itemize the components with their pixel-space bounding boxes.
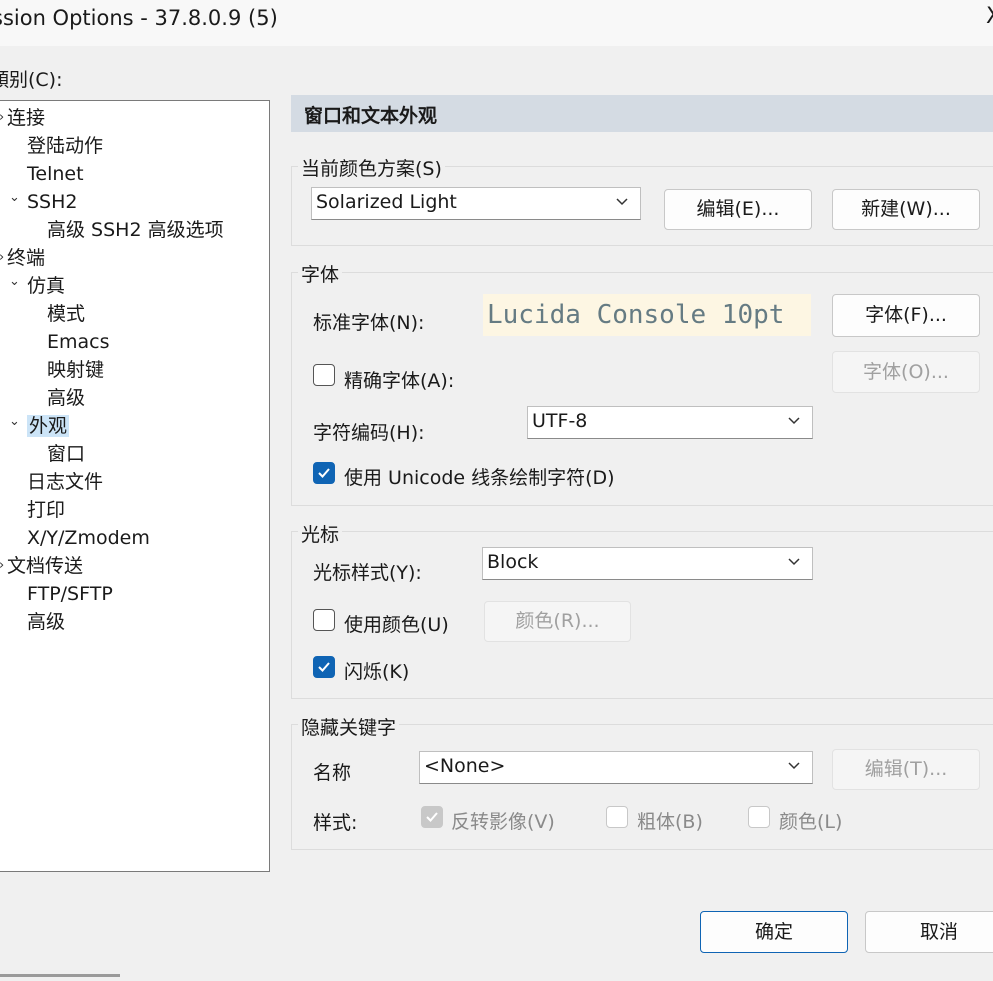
tree-item-label: 高级 [27,611,66,633]
tree-item-label: 仿真 [27,275,66,297]
bottom-divider [0,974,120,977]
chevron-down-icon[interactable]: ⌄ [9,269,20,295]
category-label: 類别(C): [0,69,63,91]
keyword-color-checkbox[interactable] [748,806,770,828]
font-group-title: 字体 [298,260,343,287]
tree-item-label: 高级 [47,387,86,409]
bold-label: 粗体(B) [637,811,703,833]
panel-title: 窗口和文本外观 [304,105,438,127]
tree-item-file-transfer[interactable]: › 文档传送 [0,553,84,579]
color-scheme-group-title: 当前颜色方案(S) [298,154,445,181]
tree-item-label: Telnet [27,163,84,185]
color-scheme-select[interactable]: Solarized Light [311,187,641,220]
color-scheme-value: Solarized Light [316,191,457,213]
blink-label: 闪烁(K) [344,661,410,683]
tree-item-label: SSH2 [27,191,78,213]
cursor-group-title: 光标 [298,520,343,547]
reverse-label: 反转影像(V) [451,811,555,833]
chevron-down-icon[interactable]: ⌄ [9,185,20,211]
bold-checkbox[interactable] [606,806,628,828]
tree-item-appearance[interactable]: ⌄ 外观 [9,413,70,439]
tree-item-label: 日志文件 [27,471,104,493]
tree-item-log-file[interactable]: 日志文件 [27,469,103,495]
panel-header: 窗口和文本外观 [291,95,993,132]
encoding-value: UTF-8 [532,410,588,432]
unicode-line-checkbox[interactable] [313,462,335,484]
tree-item-mapped-keys[interactable]: 映射键 [47,357,104,383]
keyword-edit-button[interactable]: 编辑(T)... [832,749,980,790]
tree-item-label: 打印 [27,499,66,521]
normal-font-label: 标准字体(N): [313,312,425,334]
tree-item-label: FTP/SFTP [27,583,113,605]
keyword-name-value: <None> [424,755,506,777]
tree-item-connection[interactable]: › 连接 [0,105,46,131]
tree-item-label: 高级 SSH2 高级选项 [47,219,224,241]
font-button[interactable]: 字体(F)... [832,294,980,337]
tree-item-window[interactable]: 窗口 [47,441,85,467]
cursor-style-label: 光标样式(Y): [313,562,422,584]
chevron-right-icon[interactable]: › [0,105,4,131]
close-icon[interactable]: X [986,4,993,29]
tree-item-label: 文档传送 [7,555,84,577]
tree-item-label: 窗口 [47,443,86,465]
keyword-name-select[interactable]: <None> [419,751,813,784]
reverse-checkbox[interactable] [421,806,443,828]
chevron-right-icon[interactable]: › [0,245,4,271]
keyword-style-label: 样式: [313,812,358,834]
chevron-right-icon[interactable]: › [0,553,4,579]
precise-font-checkbox[interactable] [313,364,335,386]
tree-item-label: 映射键 [47,359,105,381]
chevron-down-icon[interactable]: ⌄ [9,409,20,435]
tree-item-ssh2[interactable]: ⌄ SSH2 [9,189,78,215]
new-color-scheme-button[interactable]: 新建(W)... [832,189,980,230]
precise-font-button[interactable]: 字体(O)... [832,351,980,393]
checkmark-icon [318,662,330,672]
blink-checkbox[interactable] [313,656,335,678]
keywords-group-title: 隐藏关键字 [298,713,400,740]
tree-item-emulation[interactable]: ⌄ 仿真 [9,273,66,299]
checkmark-icon [426,812,438,822]
tree-item-terminal[interactable]: › 终端 [0,245,46,271]
ok-button[interactable]: 确定 [700,911,848,953]
cursor-color-button[interactable]: 颜色(R)... [484,601,631,642]
cursor-style-select[interactable]: Block [482,547,813,580]
tree-item-modes[interactable]: 模式 [47,301,85,327]
cursor-style-value: Block [487,551,539,573]
precise-font-label: 精确字体(A): [344,370,455,392]
tree-item-label: 模式 [47,303,86,325]
tree-item-emulation-advanced[interactable]: 高级 [47,385,85,411]
use-color-checkbox[interactable] [313,609,335,631]
encoding-label: 字符编码(H): [313,422,425,444]
chevron-down-icon [788,762,800,770]
tree-item-transfer-advanced[interactable]: 高级 [27,609,65,635]
encoding-select[interactable]: UTF-8 [527,406,813,439]
unicode-line-label: 使用 Unicode 线条绘制字符(D) [344,467,615,489]
chevron-down-icon [788,558,800,566]
tree-item-login-actions[interactable]: 登陆动作 [27,133,103,159]
category-tree[interactable]: › 连接 登陆动作 Telnet ⌄ SSH2 高级 SSH2 高级选项 › 终… [0,100,270,872]
tree-item-label: 登陆动作 [27,135,104,157]
chevron-down-icon [616,198,628,206]
use-color-label: 使用颜色(U) [344,614,449,636]
keyword-name-label: 名称 [313,762,352,784]
tree-item-xyzmodem[interactable]: X/Y/Zmodem [27,525,150,551]
tree-item-printing[interactable]: 打印 [27,497,65,523]
window-title: ssion Options - 37.8.0.9 (5) [0,6,278,30]
tree-item-telnet[interactable]: Telnet [27,161,84,187]
tree-item-label: X/Y/Zmodem [27,527,150,549]
chevron-down-icon [788,417,800,425]
checkmark-icon [318,468,330,478]
tree-item-label: Emacs [47,331,110,353]
cancel-button[interactable]: 取消 [865,911,993,953]
tree-item-label: 连接 [7,107,46,129]
tree-item-emacs[interactable]: Emacs [47,329,110,355]
tree-item-ftp-sftp[interactable]: FTP/SFTP [27,581,113,607]
edit-color-scheme-button[interactable]: 编辑(E)... [664,189,812,230]
tree-item-label: 外观 [27,415,70,437]
tree-item-label: 终端 [7,247,46,269]
font-preview: Lucida Console 10pt [483,294,811,336]
tree-item-ssh2-advanced[interactable]: 高级 SSH2 高级选项 [47,217,224,243]
keyword-color-label: 颜色(L) [779,811,843,833]
